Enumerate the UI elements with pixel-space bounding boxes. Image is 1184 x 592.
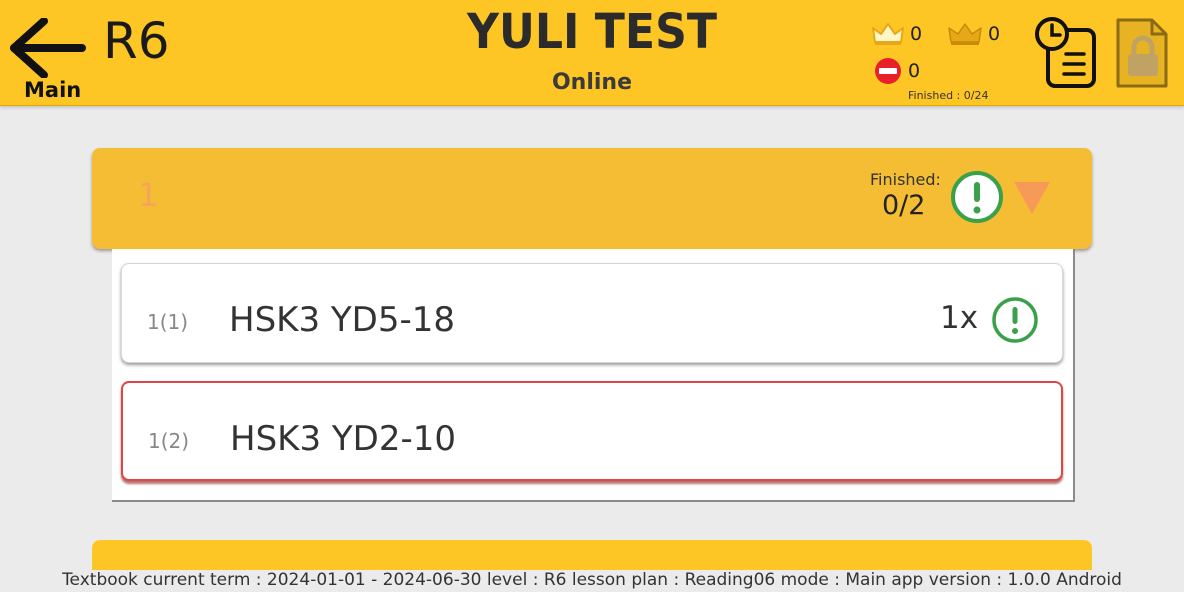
level-label: R6 <box>103 12 170 70</box>
lesson-index: 1(2) <box>148 429 190 453</box>
lesson-attempt-count: 1x <box>940 300 979 336</box>
top-bar: Main R6 YULI TEST Online 0 0 0 Finished … <box>0 0 1184 106</box>
locked-file-icon <box>1116 18 1168 88</box>
lesson-item-selected[interactable]: 1(2) HSK3 YD2-10 <box>121 381 1063 481</box>
arrow-left-icon <box>10 18 86 78</box>
collapse-arrow-icon[interactable] <box>1012 180 1052 216</box>
locked-document-button[interactable] <box>1114 16 1170 94</box>
blocked-stat: 0 <box>874 57 920 85</box>
group-number: 1 <box>138 176 159 214</box>
lesson-name: HSK3 YD5-18 <box>229 300 455 340</box>
lesson-index: 1(1) <box>147 310 189 334</box>
page-title: YULI TEST <box>466 4 717 60</box>
crown-stat-silver: 0 <box>872 22 922 46</box>
group-finished-label: Finished: <box>870 170 941 189</box>
crown-silver-count: 0 <box>910 23 923 45</box>
lesson-group-header[interactable]: 1 Finished: 0/2 <box>92 148 1092 249</box>
connection-status: Online <box>551 70 633 95</box>
crown-stat-gold: 0 <box>948 22 1000 46</box>
crown-icon <box>872 23 904 45</box>
clipboard-clock-icon <box>1035 17 1096 88</box>
crown-gold-count: 0 <box>988 23 1001 45</box>
alert-circle-icon <box>992 297 1038 343</box>
alert-circle-icon <box>951 171 1003 223</box>
status-footer: Textbook current term : 2024-01-01 - 202… <box>0 570 1184 592</box>
back-button[interactable]: Main <box>8 18 88 102</box>
crown-gold-icon <box>948 23 982 45</box>
history-button[interactable] <box>1034 16 1098 92</box>
group-finished-value: 0/2 <box>882 190 926 221</box>
lesson-name: HSK3 YD2-10 <box>230 419 456 459</box>
finished-summary: Finished : 0/24 <box>908 89 989 102</box>
lesson-item[interactable]: 1(1) HSK3 YD5-18 1x <box>121 263 1063 363</box>
back-label: Main <box>24 78 82 102</box>
blocked-count: 0 <box>908 60 921 82</box>
no-entry-icon <box>875 58 901 84</box>
